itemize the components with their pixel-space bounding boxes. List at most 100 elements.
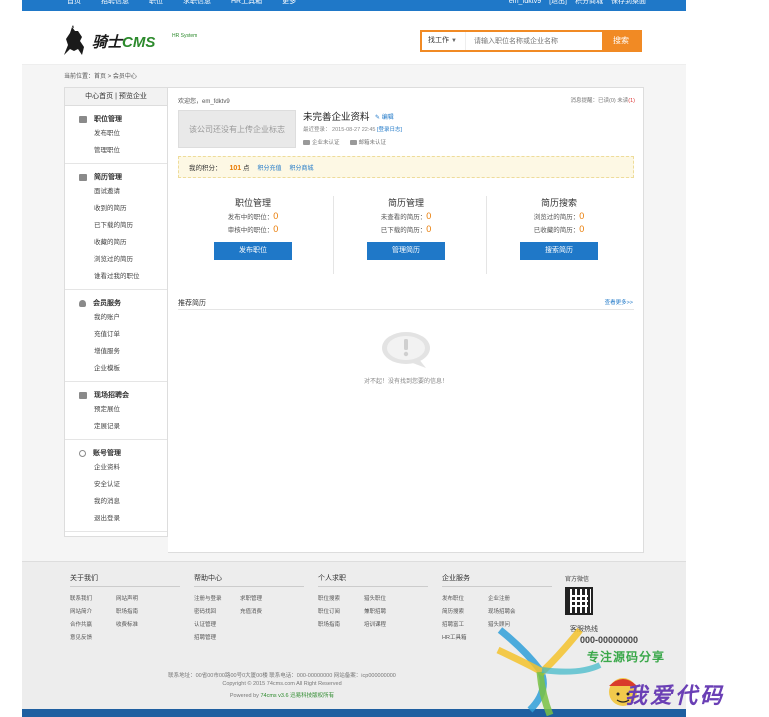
footer-link[interactable]: 发布职位 <box>442 593 488 606</box>
footer-column-title: 个人求职 <box>318 573 428 587</box>
module-stat: 发布中的职位：0 <box>227 211 279 221</box>
module-action-button[interactable]: 管理简历 <box>367 242 445 260</box>
breadcrumb: 当前位置：首页 > 会员中心 <box>64 74 137 80</box>
user-link[interactable]: em_fdktv9 <box>509 0 541 11</box>
sidebar-top-links[interactable]: 中心首页 | 预览企业 <box>65 88 167 106</box>
footer-link[interactable]: 网站简介 <box>70 606 116 619</box>
sidebar-item[interactable]: 收藏的简历 <box>65 234 167 251</box>
company-verify-link[interactable]: 企业未认证 <box>303 138 340 146</box>
user-link[interactable]: [退出] <box>549 0 567 11</box>
module-stat-value[interactable]: 0 <box>426 224 431 234</box>
footer-copyright: Copyright © 2015 74cms.com All Right Res… <box>222 681 342 687</box>
search-input[interactable] <box>466 32 602 50</box>
module-stat-value[interactable]: 0 <box>579 224 584 234</box>
sidebar-group: 会员服务 我的账户 充值订单 增值服务 企业模板 <box>65 290 167 382</box>
footer-link[interactable]: 企业注册 <box>488 593 534 606</box>
module-action-button[interactable]: 搜索简历 <box>520 242 598 260</box>
top-navigation-bar: 首页 招聘信息 职位 求职信息 HR工具箱 更多 em_fdktv9 [退出] 积分商城 保存到… <box>22 0 686 11</box>
view-more-link[interactable]: 查看更多>> <box>605 298 633 306</box>
sidebar-item[interactable]: 浏览过的简历 <box>65 251 167 268</box>
footer-link[interactable]: 收费标准 <box>116 619 162 632</box>
sidebar-item[interactable]: 管理职位 <box>65 142 167 159</box>
powered-by-link[interactable]: 74cms v3.6 迅易科技版权所有 <box>260 693 334 699</box>
search-button[interactable]: 搜索 <box>602 32 640 50</box>
footer-link[interactable]: 招聘管理 <box>194 632 240 645</box>
footer-link[interactable]: 充值消费 <box>240 606 286 619</box>
sidebar-item[interactable]: 定展记录 <box>65 418 167 435</box>
sidebar-item[interactable]: 企业模板 <box>65 360 167 377</box>
footer-address: 联系地址：00省00市00路00号0大厦00楼 联系电话：000-0000000… <box>168 673 396 679</box>
last-login: 最近登录： 2015-08-27 22:45 [登录日志] <box>303 127 403 133</box>
top-nav-item[interactable]: HR工具箱 <box>221 0 272 11</box>
sidebar-item[interactable]: 面试邀请 <box>65 183 167 200</box>
sidebar-item[interactable]: 预定展位 <box>65 401 167 418</box>
footer-column: 关于我们 联系我们 网站声明 网站简介 职场指南 合作共赢 收费标准 意见反馈 <box>70 573 180 645</box>
footer-link[interactable]: 密码找回 <box>194 606 240 619</box>
footer-column: 个人求职职位搜索 猎头职位 职位订阅 兼职招聘 职场指南 培训课程 <box>318 573 428 632</box>
sidebar-group-title: 会员服务 <box>65 298 167 309</box>
email-verify-link[interactable]: 邮箱未认证 <box>349 138 386 146</box>
module-action-button[interactable]: 发布职位 <box>214 242 292 260</box>
user-link[interactable]: 保存到桌面 <box>611 0 646 11</box>
messages-read-link[interactable]: 已读(0) <box>598 98 616 104</box>
footer-link[interactable]: 联系我们 <box>70 593 116 606</box>
company-logo-placeholder[interactable]: 该公司还没有上传企业标志 <box>178 110 296 148</box>
watermark-text-2: 我爱代码 <box>625 683 726 708</box>
sidebar-item[interactable]: 增值服务 <box>65 343 167 360</box>
welcome-text: 欢迎您，em_fdktv9 <box>178 99 230 105</box>
footer-link[interactable]: 职位订阅 <box>318 606 364 619</box>
sidebar-item[interactable]: 企业资料 <box>65 459 167 476</box>
site-logo[interactable]: 骑士CMS HR System <box>60 25 200 57</box>
footer-link[interactable]: 职场指南 <box>318 619 364 632</box>
top-nav-item[interactable]: 首页 <box>22 0 91 11</box>
messages-unread-link[interactable]: 未读(1) <box>617 98 635 104</box>
sidebar-item[interactable]: 谁看过我的职位 <box>65 268 167 285</box>
summary-module: 简历管理 未查看的简历：0 已下载的简历：0 管理简历 <box>331 196 481 272</box>
sidebar-item[interactable]: 发布职位 <box>65 125 167 142</box>
booth-icon <box>79 392 87 399</box>
footer-link[interactable]: 网站声明 <box>116 593 162 606</box>
module-stat-value[interactable]: 0 <box>579 211 584 221</box>
points-recharge-link[interactable]: 积分充值 <box>258 163 282 172</box>
sidebar-item[interactable]: 安全认证 <box>65 476 167 493</box>
module-stat: 已下载的简历：0 <box>380 224 432 234</box>
footer-link[interactable]: 合作共赢 <box>70 619 116 632</box>
footer-link[interactable]: 猎头职位 <box>364 593 410 606</box>
footer-link[interactable]: 培训课程 <box>364 619 410 632</box>
footer-link[interactable]: 职位搜索 <box>318 593 364 606</box>
sidebar-item[interactable]: 我的消息 <box>65 493 167 510</box>
module-title: 职位管理 <box>234 198 271 208</box>
top-nav-item[interactable]: 招聘信息 <box>91 0 139 11</box>
footer-link[interactable]: 职场指南 <box>116 606 162 619</box>
logo-subtitle: HR System <box>172 33 198 39</box>
module-stat-value[interactable]: 0 <box>273 211 278 221</box>
email-verify-icon <box>349 140 357 146</box>
top-nav-item[interactable]: 职位 <box>139 0 173 11</box>
points-mall-link[interactable]: 积分商城 <box>290 163 314 172</box>
points-bar: 我的积分： 101 点 积分充值 积分商城 <box>178 156 634 178</box>
footer-link <box>240 619 286 632</box>
sidebar-item[interactable]: 充值订单 <box>65 326 167 343</box>
sidebar-item[interactable]: 我的账户 <box>65 309 167 326</box>
sidebar-item[interactable]: 收到的简历 <box>65 200 167 217</box>
search-type-select[interactable]: 找工作 ▼ <box>422 32 466 50</box>
logo-text: 骑士CMS <box>92 34 156 51</box>
sidebar-item[interactable]: 已下载的简历 <box>65 217 167 234</box>
main-area: 当前位置：首页 > 会员中心 中心首页 | 预览企业 职位管理 发布职位 管理职位简… <box>22 65 686 561</box>
sidebar-item[interactable]: 退出登录 <box>65 510 167 527</box>
top-nav-item[interactable]: 更多 <box>272 0 306 11</box>
user-icon <box>79 300 86 307</box>
watermark-text-1: 专注源码分享 <box>587 650 666 664</box>
login-log-link[interactable]: [登录日志] <box>377 127 402 133</box>
top-nav-item[interactable]: 求职信息 <box>173 0 221 11</box>
footer-link[interactable]: 兼职招聘 <box>364 606 410 619</box>
module-stat-value[interactable]: 0 <box>273 224 278 234</box>
footer-link[interactable]: 认证管理 <box>194 619 240 632</box>
sidebar-group: 现场招聘会 预定展位 定展记录 <box>65 382 167 440</box>
user-link[interactable]: 积分商城 <box>575 0 603 11</box>
footer-link[interactable]: 求职管理 <box>240 593 286 606</box>
footer-link[interactable]: 意见反馈 <box>70 632 116 645</box>
module-stat-value[interactable]: 0 <box>426 211 431 221</box>
footer-link[interactable]: 注册与登录 <box>194 593 240 606</box>
edit-company-link[interactable]: ✎ 编辑 <box>375 112 394 121</box>
